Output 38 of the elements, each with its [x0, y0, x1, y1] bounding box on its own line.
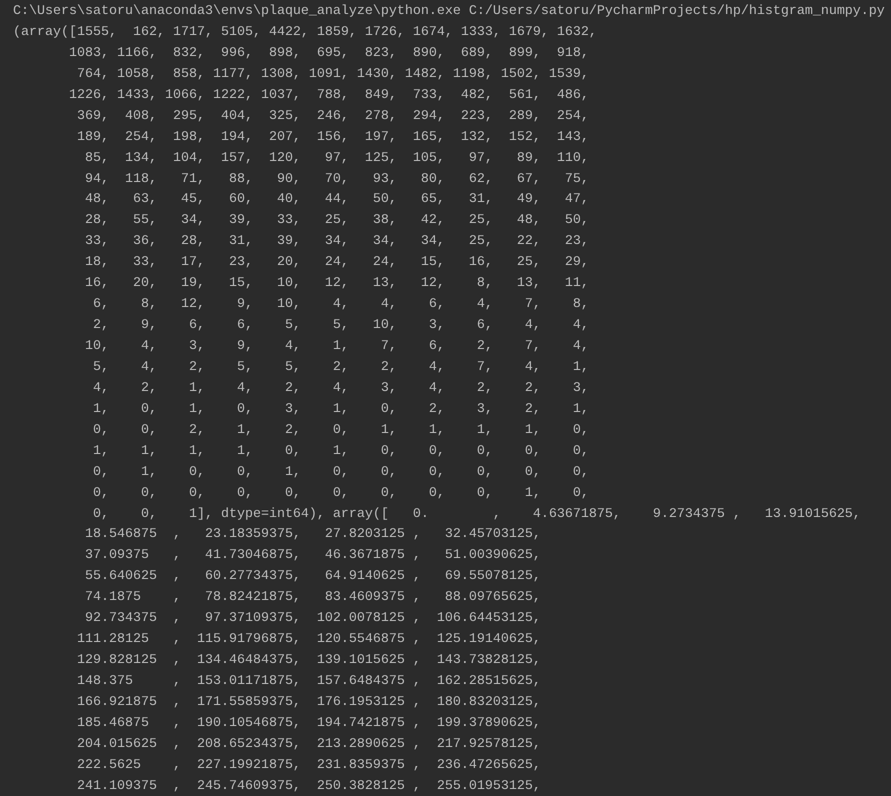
output-line: 74.1875 , 78.82421875, 83.4609375 , 88.09765625,: [84, 589, 541, 608]
output-line: 241.109375 , 245.74609375, 250.3828125 , 255.01953125,: [76, 778, 541, 796]
output-line: (array([1555, 162, 1717, 5105, 4422, 1859, 1726, 1674, 1333, 1679, 1632,: [13, 24, 597, 42]
output-line: 1226, 1433, 1066, 1222, 1037, 788, 849, 733, 482, 561, 486,: [68, 86, 589, 105]
output-line: 16, 20, 19, 15, 10, 12, 13, 12, 8, 13, 11,: [84, 275, 589, 294]
output-line: 33, 36, 28, 31, 39, 34, 34, 34, 25, 22, 23,: [84, 233, 589, 252]
output-line: 0, 0, 0, 0, 0, 0, 0, 0, 0, 1, 0,: [92, 484, 589, 503]
output-line: 222.5625 , 227.19921875, 231.8359375 , 236.47265625,: [76, 756, 541, 775]
output-line: 37.09375 , 41.73046875, 46.3671875 , 51.00390625,: [84, 547, 541, 566]
output-line: 0, 0, 1], dtype=int64), array([ 0. , 4.63671875, 9.2734375 , 13.91015625,: [92, 506, 861, 524]
output-line: 189, 254, 198, 194, 207, 156, 197, 165, 132, 152, 143,: [76, 128, 589, 147]
output-line: 18, 33, 17, 23, 20, 24, 24, 15, 16, 25, 29,: [84, 254, 589, 272]
output-line: 129.828125 , 134.46484375, 139.1015625 , 143.73828125,: [76, 652, 541, 670]
output-line: 1, 1, 1, 1, 0, 1, 0, 0, 0, 0, 0,: [92, 442, 589, 461]
output-line: 185.46875 , 190.10546875, 194.7421875 , 199.37890625,: [76, 714, 541, 733]
output-line: 369, 408, 295, 404, 325, 246, 278, 294, 223, 289, 254,: [76, 108, 589, 126]
output-line: 1083, 1166, 832, 996, 898, 695, 823, 890, 689, 899, 918,: [68, 44, 589, 63]
output-line: 6, 8, 12, 9, 10, 4, 4, 6, 4, 7, 8,: [92, 296, 589, 314]
output-line: 764, 1058, 858, 1177, 1308, 1091, 1430, 1482, 1198, 1502, 1539,: [76, 66, 589, 84]
output-line: 148.375 , 153.01171875, 157.6484375 , 162.28515625,: [76, 673, 541, 691]
output-line: 55.640625 , 60.27734375, 64.9140625 , 69.55078125,: [84, 568, 541, 586]
output-line: 48, 63, 45, 60, 40, 44, 50, 65, 31, 49, 47,: [84, 191, 589, 210]
output-line: 92.734375 , 97.37109375, 102.0078125 , 106.64453125,: [84, 610, 541, 628]
output-line: 166.921875 , 171.55859375, 176.1953125 , 180.83203125,: [76, 694, 541, 712]
output-line: 85, 134, 104, 157, 120, 97, 125, 105, 97, 89, 110,: [84, 150, 589, 168]
output-line: 0, 1, 0, 0, 1, 0, 0, 0, 0, 0, 0,: [92, 464, 589, 482]
output-line: 10, 4, 3, 9, 4, 1, 7, 6, 2, 7, 4,: [84, 338, 589, 356]
output-line: 111.28125 , 115.91796875, 120.5546875 , 125.19140625,: [76, 631, 541, 650]
output-line: 28, 55, 34, 39, 33, 25, 38, 42, 25, 48, 50,: [84, 212, 589, 230]
output-line: 204.015625 , 208.65234375, 213.2890625 , 217.92578125,: [76, 736, 541, 754]
output-line: 2, 9, 6, 6, 5, 5, 10, 3, 6, 4, 4,: [92, 317, 589, 336]
output-line: 94, 118, 71, 88, 90, 70, 93, 80, 62, 67, 75,: [84, 170, 589, 188]
command-line: C:\Users\satoru\anaconda3\envs\plaque_analyze\python.exe C:/Users/satoru/PycharmProjects/hp/histgram_numpy.py: [13, 3, 885, 21]
output-line: 4, 2, 1, 4, 2, 4, 3, 4, 2, 2, 3,: [92, 380, 589, 398]
output-line: 5, 4, 2, 5, 5, 2, 2, 4, 7, 4, 1,: [92, 358, 589, 377]
output-line: 1, 0, 1, 0, 3, 1, 0, 2, 3, 2, 1,: [92, 400, 589, 419]
output-line: 0, 0, 2, 1, 2, 0, 1, 1, 1, 1, 0,: [92, 422, 589, 440]
output-line: 18.546875 , 23.18359375, 27.8203125 , 32.45703125,: [84, 526, 541, 544]
